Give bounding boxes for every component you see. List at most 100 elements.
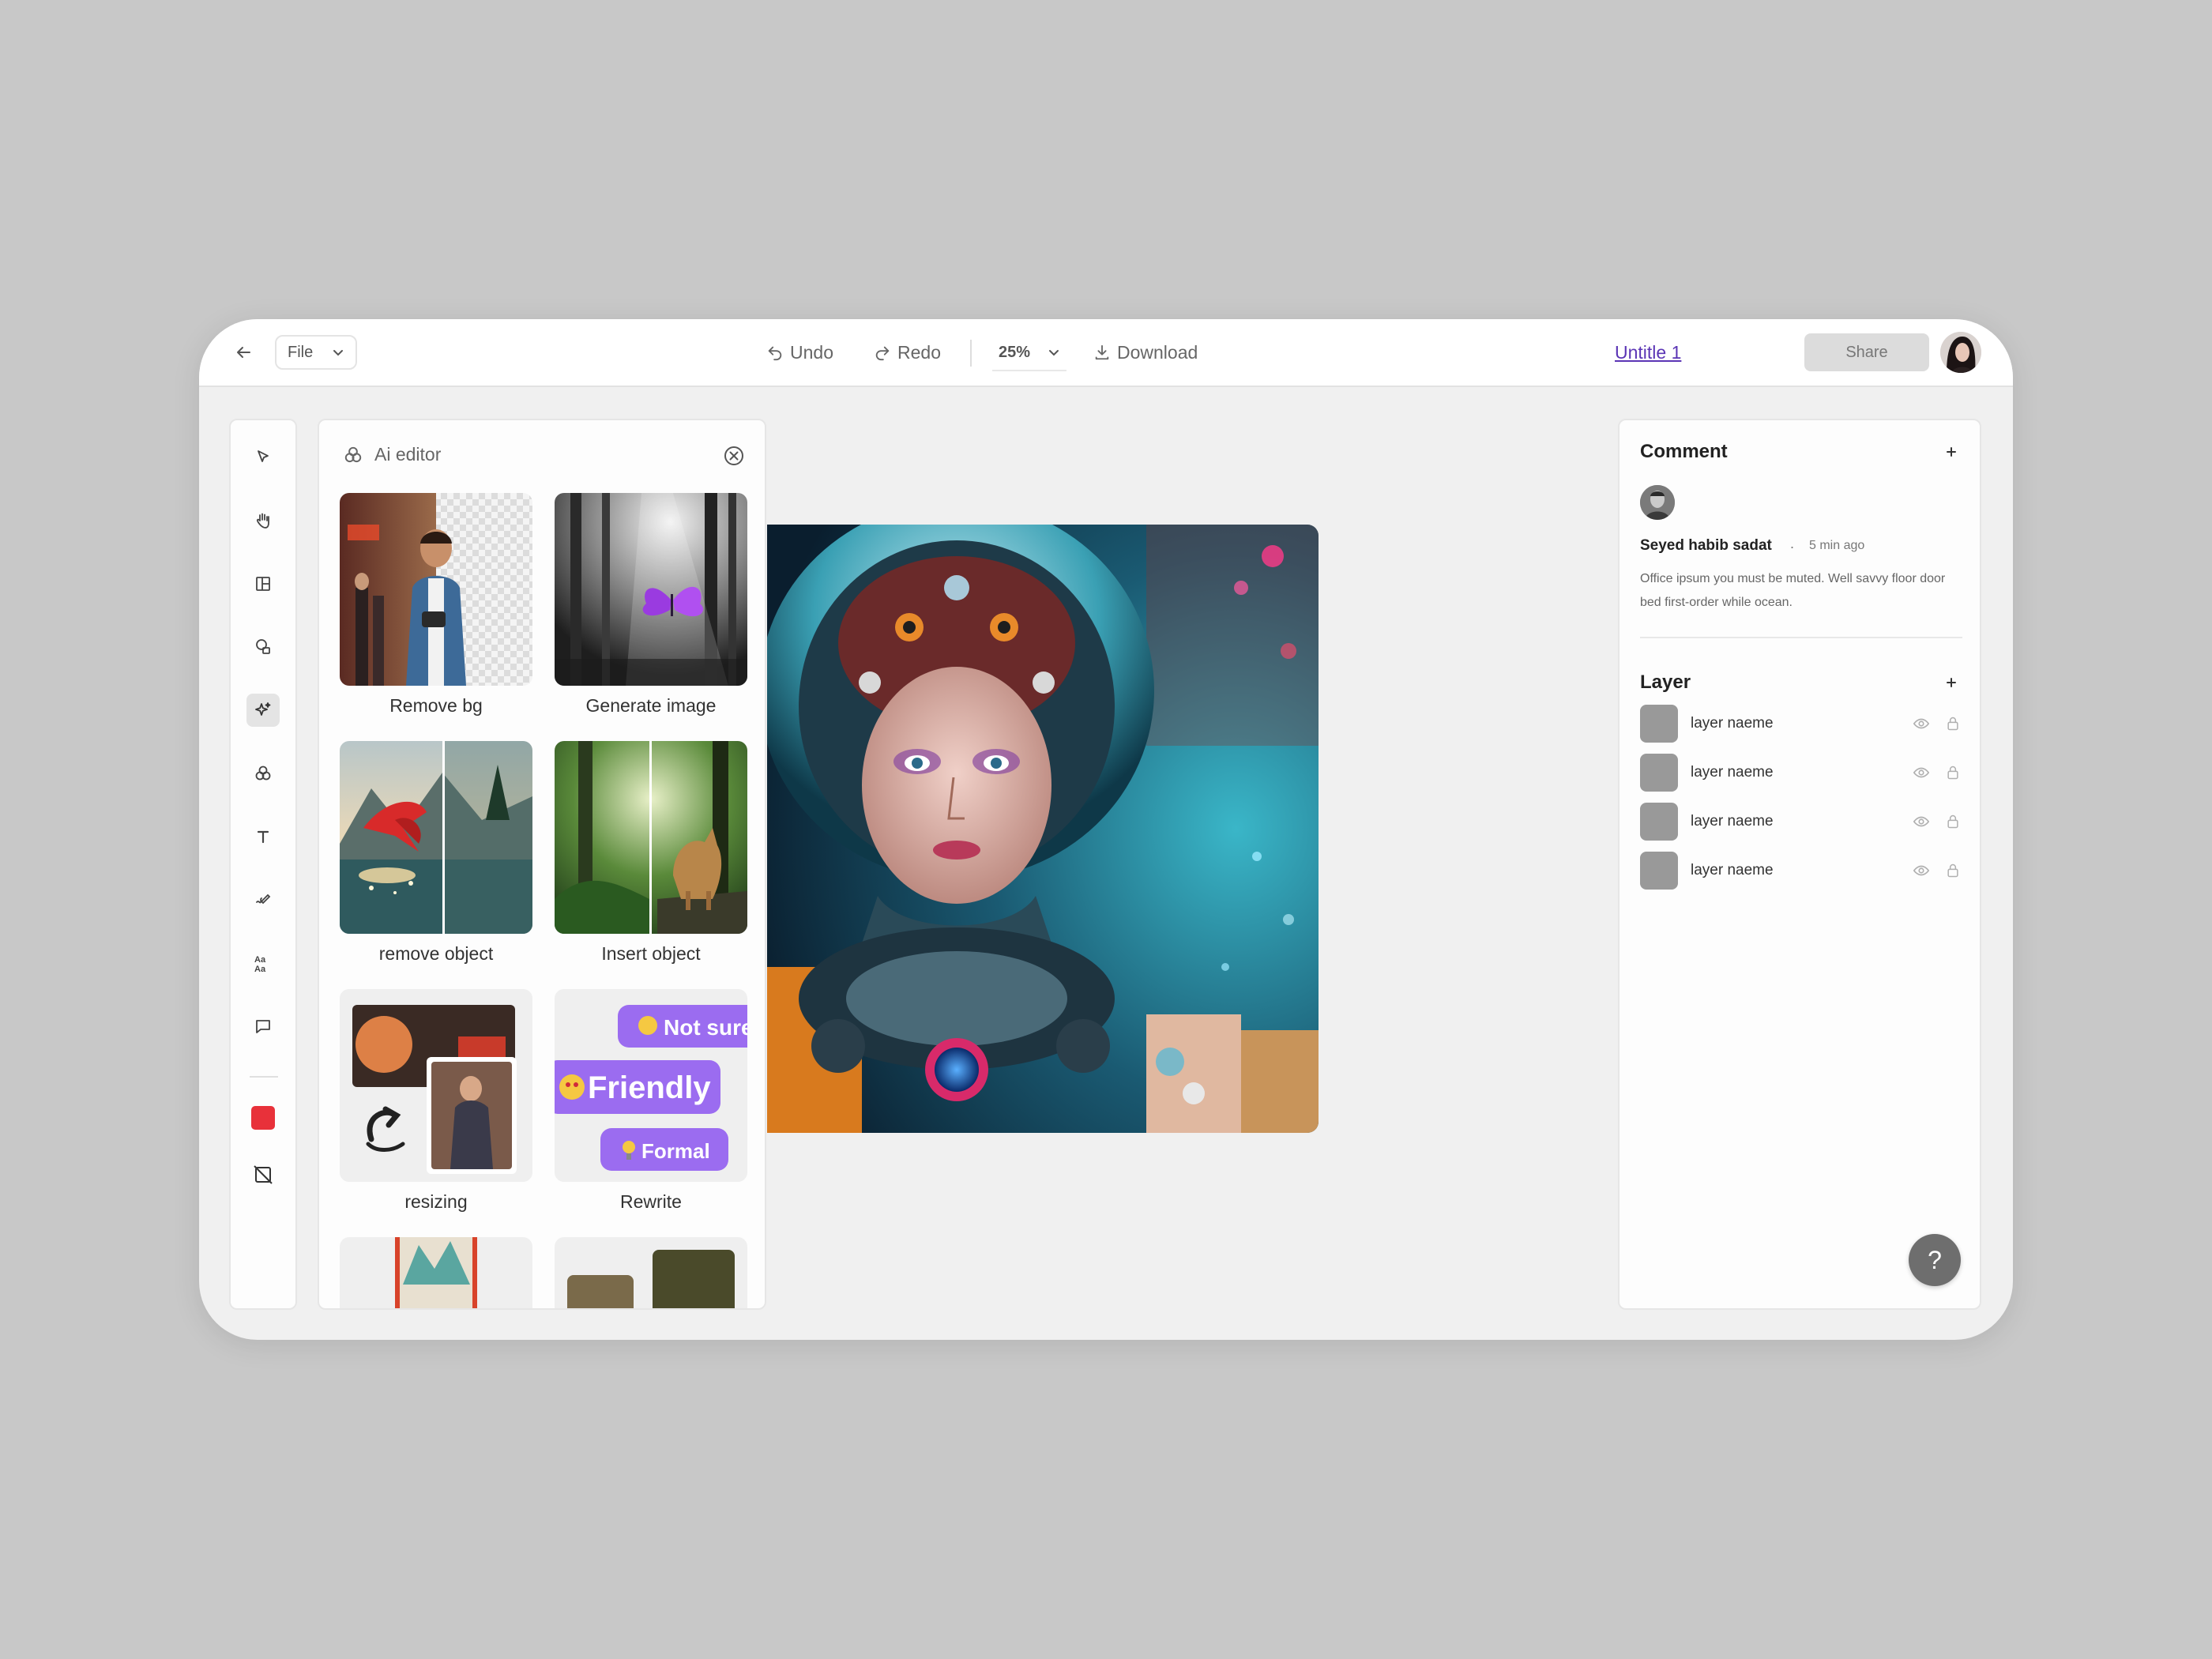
ai-card-more-2[interactable] <box>555 1237 747 1308</box>
ai-card-more-1[interactable] <box>340 1237 532 1308</box>
comment-author: Seyed habib sadat <box>1640 537 1772 554</box>
undo-icon <box>768 346 782 361</box>
more-thumbnail-2 <box>555 1237 747 1308</box>
insert-object-thumbnail <box>555 741 747 934</box>
card-label: resizing <box>404 1191 468 1212</box>
hand-tool[interactable] <box>246 504 280 537</box>
visibility-toggle[interactable] <box>1912 861 1931 880</box>
layer-row[interactable]: layer naeme <box>1640 705 1962 743</box>
comment-avatar <box>1640 485 1675 520</box>
font-style-tool[interactable]: Aa Aa <box>246 946 280 980</box>
canvas-artwork[interactable] <box>767 525 1319 1133</box>
section-divider <box>1640 637 1962 638</box>
lock-icon <box>1947 814 1958 829</box>
lock-icon <box>1947 863 1958 878</box>
ai-card-generate-image[interactable]: Generate image <box>555 493 747 717</box>
no-stroke-tool[interactable] <box>246 1158 280 1191</box>
rewrite-chip-not-sure: Not sure <box>664 1015 747 1040</box>
redo-icon <box>875 346 890 361</box>
layer-thumbnail <box>1640 852 1678 890</box>
download-button[interactable]: Download <box>1093 337 1198 368</box>
plus-icon <box>1947 678 1956 687</box>
avatar[interactable] <box>1940 332 1981 373</box>
help-button[interactable]: ? <box>1909 1234 1961 1286</box>
layer-name: layer naeme <box>1691 715 1774 732</box>
lock-toggle[interactable] <box>1943 714 1962 733</box>
layer-name: layer naeme <box>1691 813 1774 830</box>
circles-icon <box>255 766 271 781</box>
more-thumbnail-1 <box>340 1237 532 1308</box>
ai-card-remove-bg[interactable]: Remove bg <box>340 493 532 717</box>
layout-tool[interactable] <box>246 567 280 600</box>
comment-tool[interactable] <box>246 1010 280 1043</box>
eye-icon <box>1913 767 1930 778</box>
ai-editor-tool[interactable] <box>246 757 280 790</box>
ai-editor-panel: Ai editor Remove bg Generate image remov… <box>318 419 766 1310</box>
layer-thumbnail <box>1640 705 1678 743</box>
hand-icon <box>256 513 269 529</box>
shapes-tool[interactable] <box>246 630 280 664</box>
layer-row[interactable]: layer naeme <box>1640 852 1962 890</box>
visibility-toggle[interactable] <box>1912 812 1931 831</box>
rail-divider <box>250 1076 278 1078</box>
ai-editor-header: Ai editor <box>343 444 441 465</box>
visibility-toggle[interactable] <box>1912 714 1931 733</box>
layer-name: layer naeme <box>1691 764 1774 781</box>
no-fill-icon <box>254 1165 273 1184</box>
color-swatch <box>251 1106 275 1130</box>
right-panel: Comment Seyed habib sadat . 5 min ago Of… <box>1618 419 1981 1310</box>
chevron-down-icon <box>333 350 343 356</box>
layer-section-title: Layer <box>1640 672 1691 693</box>
plus-icon <box>1947 447 1956 457</box>
rewrite-chip-formal: Formal <box>641 1139 710 1163</box>
lock-toggle[interactable] <box>1943 763 1962 782</box>
ai-card-rewrite[interactable]: Not sure Friendly Formal Rewrite <box>555 989 747 1213</box>
rewrite-thumbnail: Not sure Friendly Formal <box>555 989 747 1182</box>
pen-squiggle-icon <box>256 893 271 905</box>
fill-color-picker[interactable] <box>246 1101 280 1134</box>
layer-row[interactable]: layer naeme <box>1640 803 1962 841</box>
undo-label: Undo <box>790 341 833 363</box>
circles-icon <box>344 446 362 462</box>
layout-icon <box>256 577 270 591</box>
close-panel-button[interactable] <box>722 444 746 468</box>
ai-card-remove-object[interactable]: remove object <box>340 741 532 965</box>
sparkle-icon <box>255 702 271 716</box>
comment-separator: . <box>1790 536 1795 551</box>
lock-toggle[interactable] <box>1943 812 1962 831</box>
zoom-value: 25% <box>999 343 1031 361</box>
share-button[interactable]: Share <box>1804 333 1929 371</box>
lock-icon <box>1947 766 1958 780</box>
layer-row[interactable]: layer naeme <box>1640 754 1962 792</box>
ai-card-insert-object[interactable]: Insert object <box>555 741 747 965</box>
layer-name: layer naeme <box>1691 862 1774 878</box>
redo-label: Redo <box>897 341 941 363</box>
toolbar-divider <box>970 340 972 367</box>
redo-button[interactable]: Redo <box>874 337 941 368</box>
undo-button[interactable]: Undo <box>766 337 833 368</box>
ai-card-resizing[interactable]: resizing <box>340 989 532 1213</box>
text-tool[interactable] <box>246 820 280 853</box>
visibility-toggle[interactable] <box>1912 763 1931 782</box>
add-layer-button[interactable] <box>1942 673 1961 692</box>
add-comment-button[interactable] <box>1942 442 1961 461</box>
zoom-select[interactable]: 25% <box>992 335 1067 371</box>
back-button[interactable] <box>228 337 259 368</box>
chevron-down-icon <box>1049 350 1059 356</box>
file-menu-label: File <box>288 343 314 361</box>
file-menu-button[interactable]: File <box>275 335 357 370</box>
select-tool[interactable] <box>246 441 280 474</box>
card-label: Remove bg <box>389 695 483 716</box>
lock-toggle[interactable] <box>1943 861 1962 880</box>
layer-thumbnail <box>1640 803 1678 841</box>
card-label: Rewrite <box>620 1191 682 1212</box>
shapes-icon <box>256 639 270 654</box>
document-title[interactable]: Untitle 1 <box>1615 337 1681 368</box>
cursor-arrow-icon <box>258 450 269 462</box>
draw-tool[interactable] <box>246 883 280 916</box>
ai-editor-title: Ai editor <box>374 444 442 465</box>
download-icon <box>1095 344 1109 360</box>
comment-body: Office ipsum you must be muted. Well sav… <box>1640 572 1946 609</box>
top-bar: File Undo Redo 25% Download Untitle 1 Sh… <box>199 319 2013 387</box>
ai-magic-tool[interactable] <box>246 694 280 727</box>
